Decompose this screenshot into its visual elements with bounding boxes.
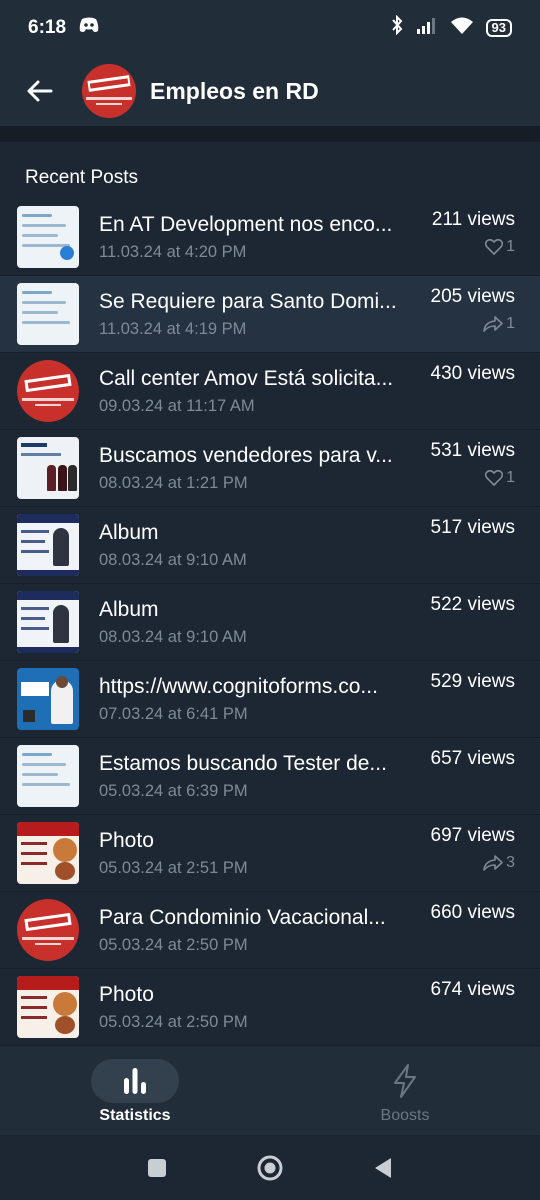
discord-icon (78, 17, 100, 39)
post-row[interactable]: Para Condominio Vacacional... 05.03.24 a… (0, 892, 540, 969)
post-title: Album (99, 597, 159, 621)
recents-button[interactable] (146, 1157, 168, 1179)
post-thumbnail (17, 514, 79, 576)
post-thumbnail (17, 206, 79, 268)
post-reaction: 3 (431, 854, 515, 872)
post-thumbnail (17, 822, 79, 884)
post-row[interactable]: Estamos buscando Tester de... 05.03.24 a… (0, 738, 540, 815)
reaction-count: 1 (506, 238, 515, 255)
system-nav-bar (0, 1135, 540, 1200)
wifi-icon (450, 16, 474, 40)
post-thumbnail (17, 899, 79, 961)
post-thumbnail (17, 437, 79, 499)
post-views: 430 views (430, 363, 516, 384)
post-title: Se Requiere para Santo Domi... (99, 289, 397, 313)
post-date: 08.03.24 at 9:10 AM (99, 550, 247, 569)
posts-list: En AT Development nos enco... 11.03.24 a… (0, 199, 540, 1046)
post-title: Para Condominio Vacacional... (99, 905, 386, 929)
post-date: 08.03.24 at 9:10 AM (99, 627, 247, 646)
circle-icon (257, 1155, 283, 1180)
post-views: 657 views (430, 748, 516, 769)
post-date: 08.03.24 at 1:21 PM (99, 473, 248, 492)
post-reaction: 1 (432, 238, 515, 256)
post-row[interactable]: Photo 05.03.24 at 2:50 PM 674 views (0, 969, 540, 1046)
post-row[interactable]: En AT Development nos enco... 11.03.24 a… (0, 199, 540, 276)
post-thumbnail (17, 283, 79, 345)
back-system-button[interactable] (372, 1156, 394, 1180)
post-date: 05.03.24 at 2:50 PM (99, 935, 248, 954)
post-title: Photo (99, 982, 154, 1006)
share-icon (483, 855, 503, 871)
post-views: 529 views (430, 671, 516, 692)
channel-title: Empleos en RD (150, 77, 319, 104)
post-views: 674 views (430, 979, 516, 1000)
post-title: En AT Development nos enco... (99, 212, 393, 236)
reaction-count: 3 (506, 854, 515, 871)
reaction-count: 1 (506, 469, 515, 486)
post-date: 07.03.24 at 6:41 PM (99, 704, 248, 723)
post-thumbnail (17, 360, 79, 422)
post-views: 522 views (430, 594, 516, 615)
post-row[interactable]: Se Requiere para Santo Domi... 11.03.24 … (0, 276, 540, 353)
post-title: Estamos buscando Tester de... (99, 751, 387, 775)
post-row[interactable]: Call center Amov Está solicita... 09.03.… (0, 353, 540, 430)
heart-icon (485, 239, 504, 255)
channel-avatar[interactable] (82, 64, 136, 118)
post-date: 11.03.24 at 4:20 PM (99, 242, 247, 261)
post-title: Call center Amov Está solicita... (99, 366, 394, 390)
post-views: 660 views (430, 902, 516, 923)
section-title: Recent Posts (25, 167, 138, 188)
battery-indicator: 93 (485, 19, 512, 37)
post-reaction: 1 (431, 469, 515, 487)
post-date: 05.03.24 at 2:51 PM (99, 858, 248, 877)
header-divider (0, 126, 540, 142)
post-row[interactable]: https://www.cognitoforms.co... 07.03.24 … (0, 661, 540, 738)
bluetooth-icon (390, 14, 404, 41)
post-thumbnail (17, 745, 79, 807)
back-button[interactable] (20, 71, 60, 111)
post-row[interactable]: Album 08.03.24 at 9:10 AM 522 views (0, 584, 540, 661)
post-views: 211 views (431, 209, 515, 230)
post-date: 11.03.24 at 4:19 PM (99, 319, 247, 338)
bar-chart-icon (124, 1068, 146, 1094)
app-header: Empleos en RD (0, 56, 540, 126)
post-reaction: 1 (431, 315, 515, 333)
post-thumbnail (17, 976, 79, 1038)
post-title: Buscamos vendedores para v... (99, 443, 393, 467)
back-arrow-icon (27, 80, 53, 102)
status-time: 6:18 (28, 17, 67, 38)
triangle-back-icon (375, 1157, 391, 1178)
tab-boosts-label: Boosts (380, 1107, 430, 1124)
post-thumbnail (17, 591, 79, 653)
post-views: 531 views (430, 440, 516, 461)
lightning-icon (394, 1064, 416, 1098)
post-views: 517 views (430, 517, 516, 538)
home-button[interactable] (256, 1154, 284, 1182)
post-views: 205 views (430, 286, 516, 307)
status-bar: 6:18 93 (0, 0, 540, 56)
post-thumbnail (17, 668, 79, 730)
post-row[interactable]: Album 08.03.24 at 9:10 AM 517 views (0, 507, 540, 584)
post-row[interactable]: Photo 05.03.24 at 2:51 PM 697 views 3 (0, 815, 540, 892)
post-title: https://www.cognitoforms.co... (99, 674, 378, 698)
signal-icon (416, 16, 438, 40)
post-title: Album (99, 520, 159, 544)
post-title: Photo (99, 828, 154, 852)
post-date: 09.03.24 at 11:17 AM (99, 396, 255, 415)
share-icon (483, 316, 503, 332)
square-icon (148, 1158, 166, 1177)
tab-boosts[interactable]: Boosts (270, 1047, 540, 1135)
post-date: 05.03.24 at 2:50 PM (99, 1012, 248, 1031)
post-row[interactable]: Buscamos vendedores para v... 08.03.24 a… (0, 430, 540, 507)
tab-statistics[interactable]: Statistics (0, 1047, 270, 1135)
heart-icon (485, 470, 504, 486)
bottom-nav: Statistics Boosts (0, 1047, 540, 1135)
reaction-count: 1 (506, 315, 515, 332)
post-date: 05.03.24 at 6:39 PM (99, 781, 248, 800)
tab-statistics-label: Statistics (99, 1107, 171, 1124)
post-views: 697 views (430, 825, 516, 846)
